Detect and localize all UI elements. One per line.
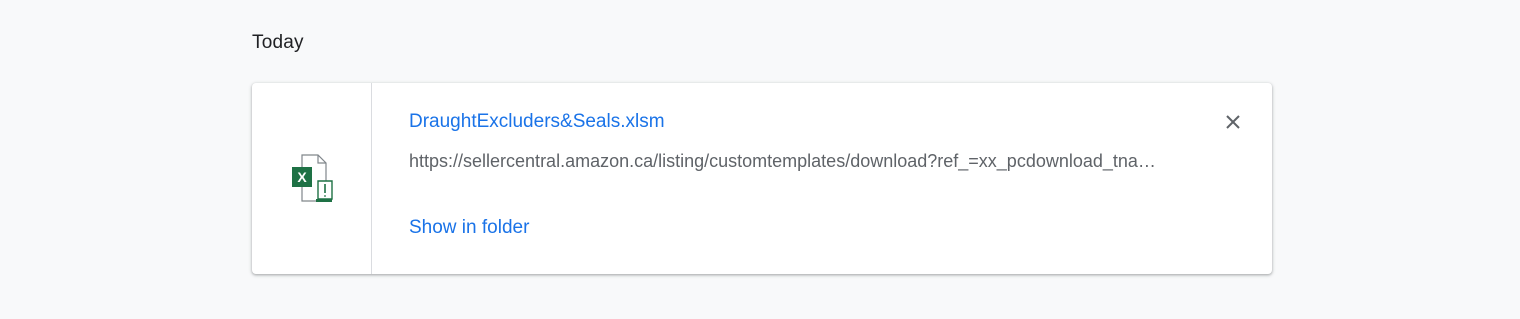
close-icon bbox=[1226, 115, 1240, 129]
file-name-link[interactable]: DraughtExcluders&Seals.xlsm bbox=[409, 111, 665, 133]
svg-text:X: X bbox=[297, 169, 307, 185]
file-source-url[interactable]: https://sellercentral.amazon.ca/listing/… bbox=[409, 151, 1159, 172]
file-icon-column: X bbox=[252, 83, 372, 274]
show-in-folder-link[interactable]: Show in folder bbox=[409, 217, 529, 239]
excel-file-warning-icon: X bbox=[291, 153, 333, 202]
remove-download-button[interactable] bbox=[1220, 109, 1246, 135]
download-card: X DraughtExcluders&Seals.xlsm https://se… bbox=[252, 83, 1272, 274]
downloads-page: Today X DraughtExcluders&Seals.xlsm http… bbox=[0, 0, 1520, 319]
download-details: DraughtExcluders&Seals.xlsm https://sell… bbox=[372, 83, 1272, 274]
date-section-title: Today bbox=[252, 32, 304, 53]
